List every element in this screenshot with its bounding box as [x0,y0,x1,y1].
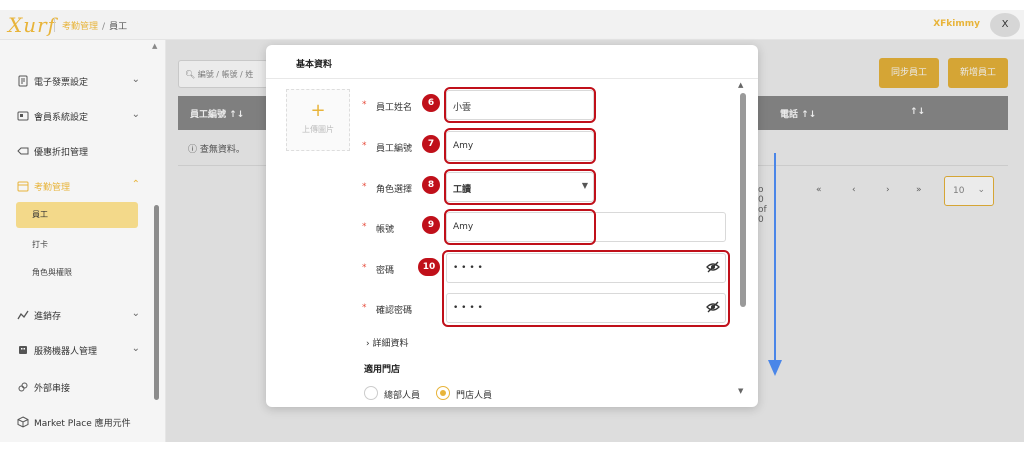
chevron-down-icon: ⌄ [131,74,140,85]
arrow-down-icon [768,360,782,376]
calendar-icon [16,180,30,192]
step-badge-8: 8 [422,176,440,194]
sidebar-item-coupon[interactable]: 優惠折扣管理 [16,140,140,162]
sidebar-item-marketplace[interactable]: Market Place 應用元件 [16,411,156,433]
highlight-box-9 [444,209,596,245]
step-badge-6: 6 [422,94,440,112]
highlight-box-8 [444,169,596,205]
cube-icon [16,416,30,428]
sidebar-item-label: 優惠折扣管理 [34,147,89,158]
field-label: 員工編號 [376,144,413,154]
sidebar-item-label: 考勤管理 [34,182,71,193]
sidebar-scrollbar[interactable] [154,205,159,400]
highlight-box-7 [444,128,596,164]
radio-headquarters[interactable] [364,386,378,400]
sidebar-item-member[interactable]: 會員系統設定 ⌄ [16,105,140,127]
app-logo: Xurf [8,13,57,37]
sidebar-subitem-employee[interactable]: 員工 [16,202,138,228]
robot-icon [16,344,30,356]
required-marker: * [362,222,367,232]
step-badge-10: 10 [418,258,440,276]
radio-label-headquarters: 總部人員 [384,391,421,401]
required-marker: * [362,182,367,192]
breadcrumb-item-employee: 員工 [109,22,128,32]
chevron-down-icon: ⌄ [131,343,140,354]
sidebar-scroll-up-icon[interactable]: ▲ [152,42,157,50]
top-bar: Xurf 考勤管理 / 員工 XFkimmy X [0,10,1024,40]
sidebar-item-label: Market Place 應用元件 [34,418,131,429]
upload-image-button[interactable]: + 上傳圖片 [286,89,350,151]
plus-icon: + [310,100,326,121]
breadcrumb-item-attendance[interactable]: 考勤管理 [62,22,98,32]
sidebar-subitem-roles[interactable]: 角色與權限 [16,260,138,286]
store-section-title: 適用門店 [364,365,401,375]
sidebar-item-label: 進銷存 [34,311,62,322]
coupon-icon [16,145,30,157]
sidebar-item-invoice[interactable]: 電子發票設定 ⌄ [16,70,140,92]
chevron-right-icon: › [366,339,370,349]
modal-scroll-up-icon[interactable]: ▲ [738,81,743,89]
highlight-box-6 [444,87,596,123]
chevron-down-icon: ⌄ [131,308,140,319]
chevron-up-icon: ⌃ [131,179,140,190]
sidebar-item-attendance[interactable]: 考勤管理 ⌃ [16,175,140,197]
field-label: 確認密碼 [376,306,413,316]
field-label: 帳號 [376,225,395,235]
required-marker: * [362,263,367,273]
sidebar-item-inventory[interactable]: 進銷存 ⌄ [16,304,140,326]
required-marker: * [362,303,367,313]
link-icon [16,381,30,393]
chevron-down-icon: ⌄ [131,109,140,120]
upload-image-label: 上傳圖片 [302,125,334,134]
sidebar-item-label: 服務機器人管理 [34,346,98,357]
breadcrumb-separator: / [102,22,106,32]
sidebar-subitem-clockin[interactable]: 打卡 [16,232,138,258]
modal-scrollbar[interactable] [740,93,746,307]
sidebar-item-label: 電子發票設定 [34,77,89,88]
step-badge-7: 7 [422,135,440,153]
details-label: 詳細資料 [372,339,409,349]
breadcrumb: 考勤管理 / 員工 [62,19,127,32]
employee-form-modal: 基本資料 + 上傳圖片 * 員工姓名 小雲 * 員工編號 Amy * 角色選擇 … [266,45,758,407]
sidebar-item-label: 外部串接 [34,383,71,394]
modal-divider [266,78,758,79]
required-marker: * [362,100,367,110]
modal-scroll-down-icon[interactable]: ▼ [738,387,743,395]
radio-label-store-staff: 門店人員 [456,391,493,401]
required-marker: * [362,141,367,151]
step-badge-9: 9 [422,216,440,234]
details-toggle[interactable]: › 詳細資料 [366,336,409,349]
invoice-icon [16,75,30,87]
sidebar-item-label: 會員系統設定 [34,112,89,123]
sidebar-item-robot[interactable]: 服務機器人管理 ⌄ [16,339,140,361]
user-name: XFkimmy [933,19,980,29]
highlight-box-10 [442,250,730,327]
sidebar: ▲ 電子發票設定 ⌄ 會員系統設定 ⌄ 優惠折扣管理 考勤管理 ⌃ 員工 打卡 … [0,40,166,442]
member-card-icon [16,110,30,122]
logo-divider [54,18,55,32]
field-label: 員工姓名 [376,103,413,113]
field-label: 角色選擇 [376,185,413,195]
modal-title: 基本資料 [296,60,333,70]
inventory-icon [16,309,30,321]
scroll-arrow-annotation [774,153,776,363]
sidebar-item-external-link[interactable]: 外部串接 [16,376,140,398]
user-avatar-button[interactable]: X [990,13,1020,37]
field-label: 密碼 [376,266,395,276]
radio-store-staff[interactable] [436,386,450,400]
